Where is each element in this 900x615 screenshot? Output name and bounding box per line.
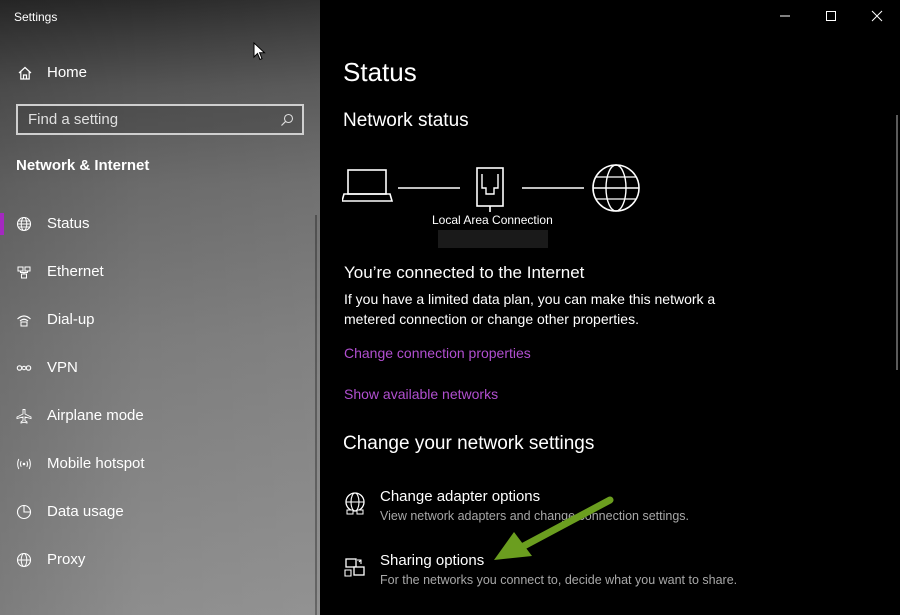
- internet-globe-icon: [592, 164, 640, 212]
- show-available-networks-link[interactable]: Show available networks: [344, 386, 498, 402]
- sharing-icon: [344, 558, 365, 577]
- change-settings-heading: Change your network settings: [343, 433, 595, 454]
- maximize-icon: [826, 11, 836, 21]
- sidebar-item-airplane-mode[interactable]: Airplane mode: [0, 396, 310, 436]
- ethernet-icon: [17, 266, 31, 279]
- sidebar-item-data-usage[interactable]: Data usage: [0, 492, 310, 532]
- connection-name: Local Area Connection: [432, 213, 553, 227]
- hotspot-icon: [17, 458, 31, 470]
- laptop-icon: [342, 169, 394, 202]
- globe-icon: [16, 216, 32, 232]
- sidebar-item-label: Mobile hotspot: [47, 455, 145, 472]
- search-icon[interactable]: [280, 113, 294, 127]
- active-indicator: [0, 213, 4, 235]
- minimize-button[interactable]: [762, 0, 808, 32]
- sidebar-item-mobile-hotspot[interactable]: Mobile hotspot: [0, 444, 310, 484]
- change-connection-properties-link[interactable]: Change connection properties: [344, 345, 531, 361]
- adapter-globe-icon: [345, 492, 365, 515]
- home-icon: [18, 66, 32, 80]
- connected-description: If you have a limited data plan, you can…: [344, 291, 716, 327]
- home-label: Home: [47, 64, 88, 81]
- sidebar-item-dial-up[interactable]: Dial-up: [0, 300, 310, 340]
- connected-heading: You’re connected to the Internet: [344, 263, 585, 282]
- sidebar-item-label: Ethernet: [47, 263, 104, 280]
- annotation-arrow-icon: [494, 496, 614, 560]
- search-input[interactable]: [18, 106, 302, 133]
- sidebar-item-vpn[interactable]: VPN: [0, 348, 310, 388]
- page-title: Status: [343, 57, 417, 87]
- option-description: For the networks you connect to, decide …: [380, 573, 738, 587]
- sidebar-scrollbar[interactable]: [315, 215, 317, 615]
- airplane-icon: [16, 409, 32, 424]
- ethernet-port-icon: [476, 167, 504, 212]
- main-scrollbar[interactable]: [896, 115, 898, 370]
- sidebar-item-status[interactable]: Status: [0, 204, 310, 244]
- close-button[interactable]: [854, 0, 900, 32]
- redacted-network-name: [438, 230, 548, 248]
- sidebar-item-label: Airplane mode: [47, 407, 144, 424]
- sidebar-item-ethernet[interactable]: Ethernet: [0, 252, 310, 292]
- minimize-icon: [780, 15, 790, 17]
- search-box[interactable]: [16, 104, 304, 135]
- section-title: Network & Internet: [16, 157, 150, 174]
- sidebar-item-label: VPN: [47, 359, 78, 376]
- proxy-globe-icon: [16, 552, 32, 568]
- data-usage-icon: [16, 504, 32, 520]
- option-title: Sharing options: [380, 552, 485, 569]
- sidebar-item-label: Data usage: [47, 503, 124, 520]
- sidebar-item-label: Proxy: [47, 551, 86, 568]
- mouse-cursor-icon: [253, 42, 266, 61]
- dial-up-icon: [17, 315, 31, 327]
- home-nav-item[interactable]: Home: [0, 57, 320, 89]
- maximize-button[interactable]: [808, 0, 854, 32]
- sidebar-item-label: Dial-up: [47, 311, 95, 328]
- window-title: Settings: [14, 10, 58, 24]
- sidebar-item-label: Status: [47, 215, 90, 232]
- vpn-icon: [16, 365, 32, 371]
- network-status-heading: Network status: [343, 110, 469, 131]
- close-icon: [871, 10, 883, 22]
- sidebar: Settings Home Network & Internet Status: [0, 0, 320, 615]
- sidebar-item-proxy[interactable]: Proxy: [0, 540, 310, 580]
